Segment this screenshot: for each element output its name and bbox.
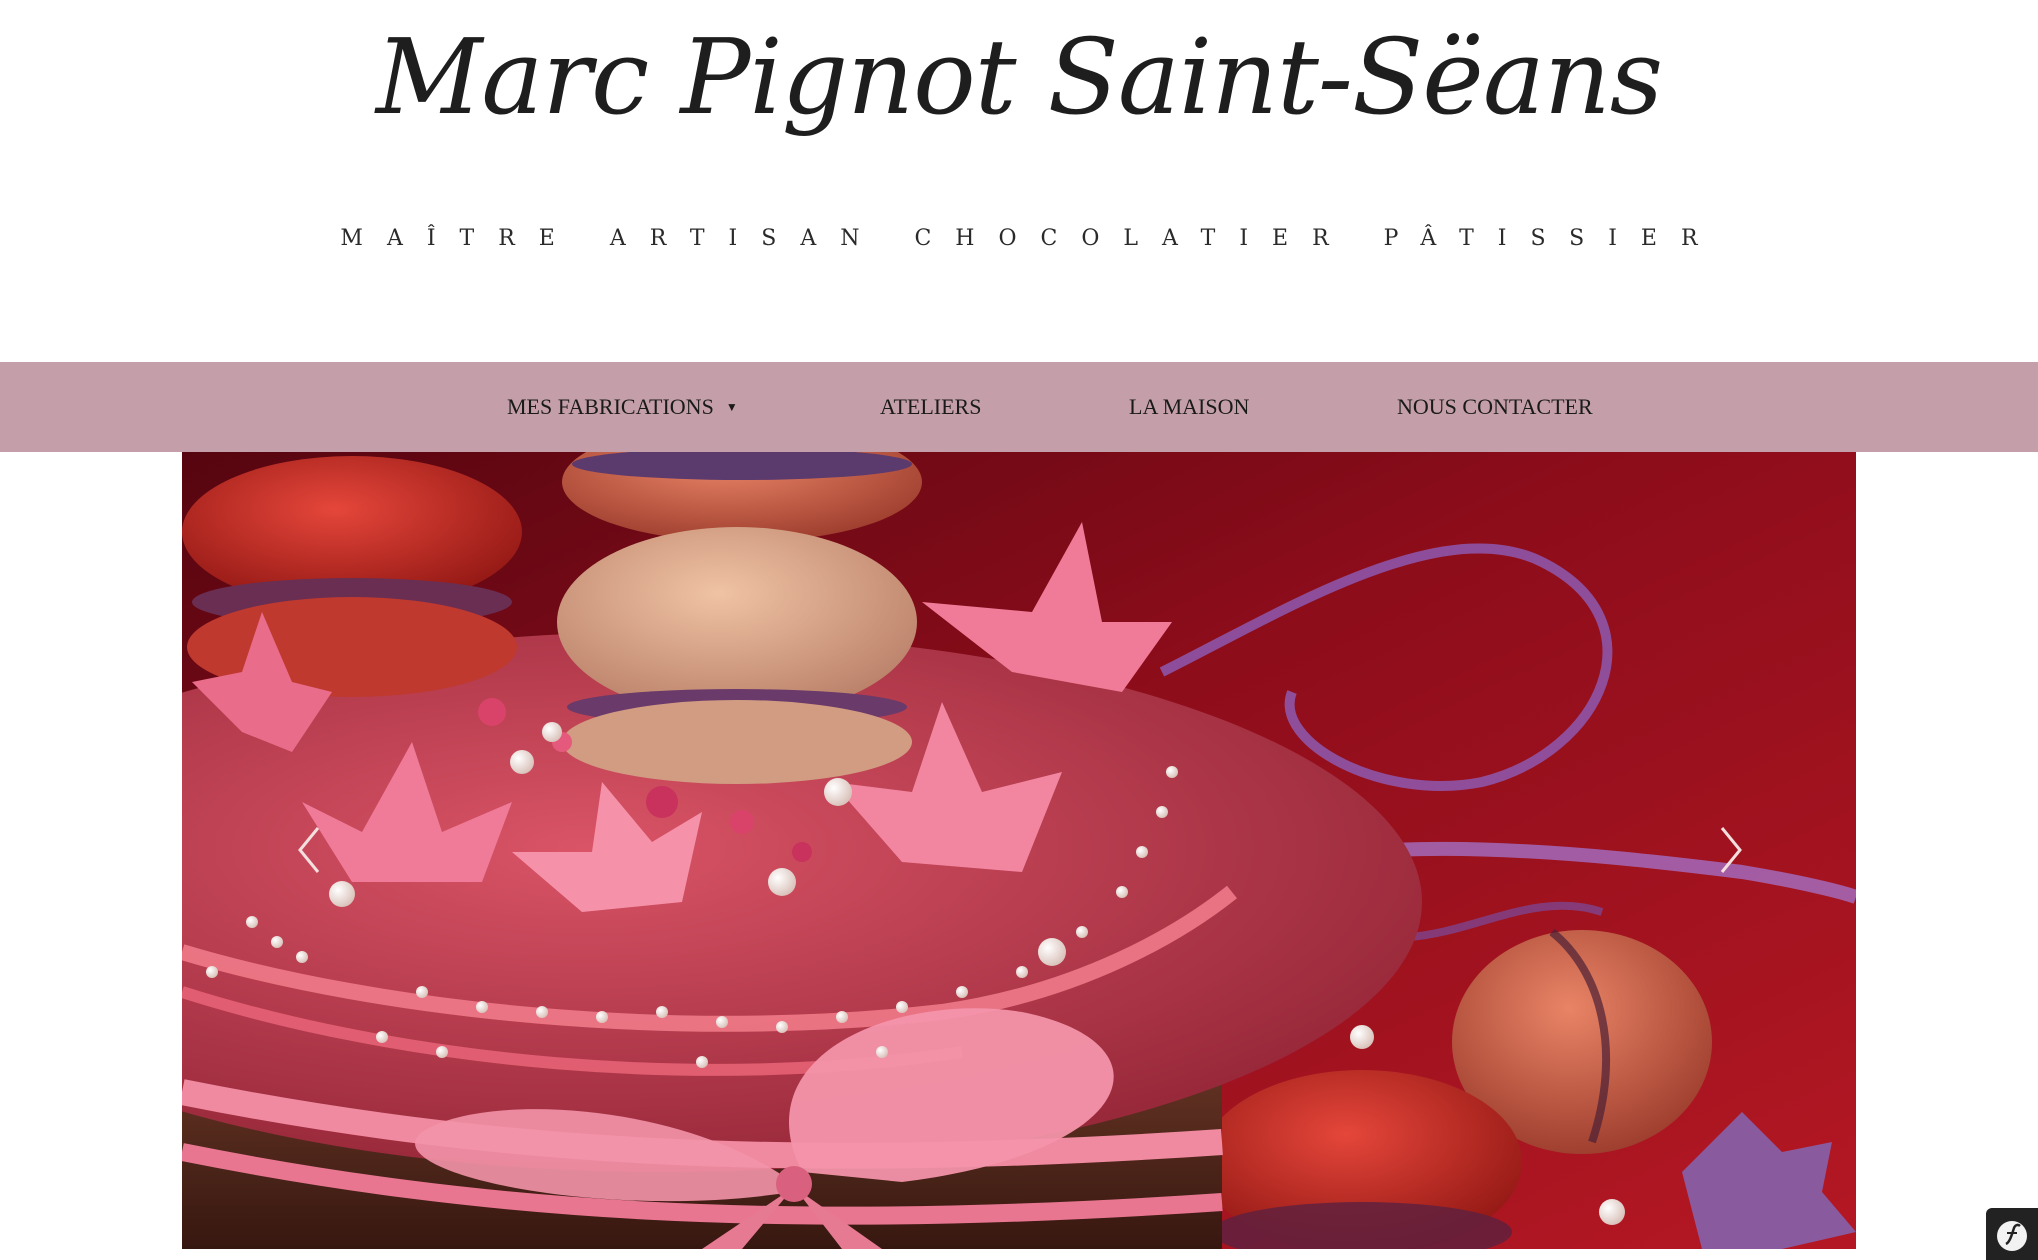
dropdown-caret-icon: ▼ [725, 399, 738, 414]
page: Marc Pignot Saint-Sëans MAÎTRE ARTISAN C… [0, 0, 2038, 1260]
nav-item-la-maison[interactable]: LA MAISON [1129, 362, 1249, 452]
carousel-slide-image [182, 452, 1856, 1249]
nav-item-label: LA MAISON [1129, 394, 1250, 419]
carousel-prev-button[interactable] [290, 820, 330, 880]
symfony-icon [1997, 1221, 2027, 1251]
nav-item-mes-fabrications[interactable]: MES FABRICATIONS ▼ [507, 362, 738, 452]
chevron-right-icon [1720, 827, 1742, 873]
nav-item-nous-contacter[interactable]: NOUS CONTACTER [1397, 362, 1593, 452]
hero-carousel[interactable] [182, 452, 1856, 1249]
nav-item-label: NOUS CONTACTER [1397, 394, 1593, 419]
site-tagline: MAÎTRE ARTISAN CHOCOLATIER PÂTISSIER [340, 226, 1722, 251]
debug-toolbar-toggle[interactable] [1986, 1208, 2038, 1260]
carousel-next-button[interactable] [1710, 820, 1750, 880]
nav-item-label: MES FABRICATIONS [507, 394, 714, 419]
chevron-left-icon [298, 827, 320, 873]
site-header: Marc Pignot Saint-Sëans MAÎTRE ARTISAN C… [0, 0, 2038, 362]
nav-item-ateliers[interactable]: ATELIERS [880, 362, 981, 452]
nav-item-label: ATELIERS [880, 394, 982, 419]
main-navigation: MES FABRICATIONS ▼ ATELIERS LA MAISON NOU… [0, 362, 2038, 452]
site-logo-title[interactable]: Marc Pignot Saint-Sëans [0, 17, 2038, 138]
